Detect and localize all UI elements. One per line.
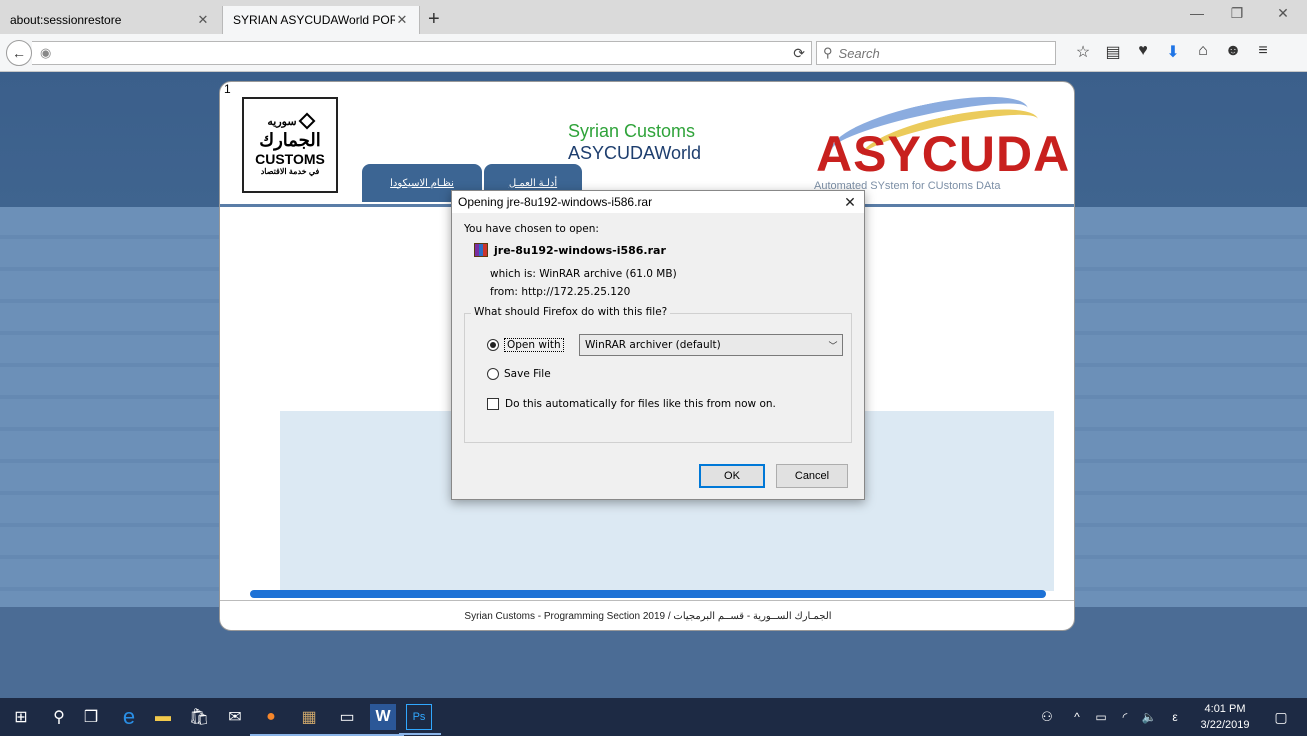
- windows-start-icon[interactable]: ⊞: [8, 704, 34, 730]
- arrow-left-icon: ←: [12, 45, 26, 61]
- from-value: http://172.25.25.120: [521, 286, 631, 298]
- dialog-close-icon[interactable]: ✕: [836, 194, 864, 211]
- tab-title: about:sessionrestore: [10, 13, 122, 27]
- auto-option[interactable]: Do this automatically for files like thi…: [487, 398, 776, 410]
- bookmark-star-icon[interactable]: ☆: [1068, 42, 1098, 62]
- download-icon[interactable]: ⬇: [1158, 42, 1188, 62]
- asycuda-logo: ASYCUDA: [816, 126, 1071, 182]
- tab-asycuda-portal[interactable]: SYRIAN ASYCUDAWorld PORT... ✕: [222, 6, 420, 34]
- clock-date: 3/22/2019: [1200, 719, 1250, 731]
- portal-title: Syrian Customs: [568, 121, 696, 141]
- task-view-icon[interactable]: ❒: [78, 704, 104, 730]
- search-bar[interactable]: ⚲: [816, 41, 1056, 65]
- mail-icon[interactable]: ✉: [222, 704, 248, 730]
- windows-taskbar: ⊞ ⚲ ❒ e ▬ 🛍 ✉ ● ▦ ▭ W Ps ⚇ ^ ▭ ◜ 🔈 ε 4:0…: [0, 698, 1307, 736]
- battery-icon[interactable]: ▭: [1088, 704, 1114, 730]
- which-is-value: WinRAR archive (61.0 MB): [539, 268, 677, 280]
- logo-slogan: في خدمة الاقتصاد: [260, 166, 320, 176]
- logo-arabic: الجمارك: [259, 129, 321, 150]
- dialog-body: You have chosen to open: jre-8u192-windo…: [452, 213, 864, 443]
- navigation-toolbar: ◉ ⟳ ← ⚲ ☆ ▤ ♥ ⬇ ⌂ ☻ ≡: [0, 34, 1307, 72]
- clock-time: 4:01 PM: [1204, 703, 1246, 715]
- firefox-icon[interactable]: ●: [250, 704, 292, 736]
- open-with-select[interactable]: WinRAR archiver (default) ﹀: [579, 334, 843, 356]
- portal-footer: Syrian Customs - Programming Section 201…: [220, 600, 1074, 630]
- save-file-radio[interactable]: [487, 368, 499, 380]
- which-is-label: which is:: [490, 268, 536, 280]
- save-file-label[interactable]: Save File: [504, 368, 551, 380]
- dialog-title: Opening jre-8u192-windows-i586.rar: [458, 195, 653, 209]
- url-bar[interactable]: ◉ ⟳: [32, 41, 812, 65]
- browser-tab-bar: about:sessionrestore ✕ SYRIAN ASYCUDAWor…: [0, 0, 1307, 34]
- search-input[interactable]: [838, 45, 1039, 61]
- dialog-intro: You have chosen to open:: [464, 223, 599, 235]
- winrar-file-icon: [474, 243, 488, 257]
- search-icon: ⚲: [823, 45, 833, 60]
- toolbar-icons: ☆ ▤ ♥ ⬇ ⌂ ☻ ≡: [1068, 42, 1278, 62]
- photoshop-icon[interactable]: Ps: [399, 704, 441, 735]
- show-hidden-icons-icon[interactable]: ^: [1064, 704, 1090, 730]
- new-tab-icon[interactable]: +: [428, 8, 440, 30]
- menu-icon[interactable]: ≡: [1248, 42, 1278, 62]
- page-number: 1: [224, 82, 231, 96]
- pocket-icon[interactable]: ♥: [1128, 42, 1158, 62]
- edge-icon[interactable]: e: [116, 704, 142, 730]
- auto-checkbox[interactable]: [487, 398, 499, 410]
- page-progress-bar: [250, 590, 1046, 598]
- logo-top-text: سوريه: [267, 115, 297, 128]
- system-clock[interactable]: 4:01 PM 3/22/2019: [1194, 701, 1256, 733]
- open-with-label[interactable]: Open with: [504, 338, 564, 352]
- dialog-titlebar: Opening jre-8u192-windows-i586.rar ✕: [452, 191, 864, 213]
- close-icon[interactable]: ✕: [196, 12, 210, 28]
- action-group: What should Firefox do with this file? O…: [464, 306, 852, 443]
- save-file-option[interactable]: Save File: [487, 368, 551, 380]
- volume-icon[interactable]: 🔈: [1136, 704, 1162, 730]
- restore-icon[interactable]: ❐: [1217, 5, 1257, 22]
- terminal-icon[interactable]: ▭: [326, 704, 368, 736]
- file-explorer-icon[interactable]: ▬: [150, 704, 176, 730]
- ok-button[interactable]: OK: [699, 464, 765, 488]
- tab-title: SYRIAN ASYCUDAWorld PORT...: [233, 13, 395, 27]
- auto-label[interactable]: Do this automatically for files like thi…: [505, 398, 776, 410]
- file-source-row: from: http://172.25.25.120: [490, 283, 852, 301]
- tab-session-restore[interactable]: about:sessionrestore ✕: [0, 6, 220, 34]
- hello-icon[interactable]: ☻: [1218, 42, 1248, 62]
- word-icon[interactable]: W: [362, 704, 404, 736]
- open-with-radio[interactable]: [487, 339, 499, 351]
- back-button[interactable]: ←: [6, 40, 32, 66]
- minimize-icon[interactable]: —: [1177, 5, 1217, 21]
- file-name: jre-8u192-windows-i586.rar: [494, 243, 666, 257]
- logo-diamond-icon: [298, 112, 316, 130]
- file-type-row: which is: WinRAR archive (61.0 MB): [490, 265, 852, 283]
- download-dialog: Opening jre-8u192-windows-i586.rar ✕ You…: [451, 190, 865, 500]
- action-question: What should Firefox do with this file?: [471, 306, 671, 318]
- file-row: jre-8u192-windows-i586.rar: [474, 243, 852, 257]
- wifi-icon[interactable]: ◜: [1112, 704, 1138, 730]
- customs-logo: سوريه الجمارك CUSTOMS في خدمة الاقتصاد: [242, 97, 338, 193]
- chevron-down-icon: ﹀: [828, 341, 838, 352]
- cancel-button[interactable]: Cancel: [776, 464, 848, 488]
- window-close-icon[interactable]: ✕: [1263, 5, 1303, 22]
- open-with-option[interactable]: Open with: [487, 338, 564, 352]
- notifications-icon[interactable]: ▢: [1268, 704, 1294, 730]
- home-icon[interactable]: ⌂: [1188, 42, 1218, 62]
- file-meta: which is: WinRAR archive (61.0 MB) from:…: [490, 265, 852, 301]
- logo-english: CUSTOMS: [255, 150, 325, 167]
- close-icon[interactable]: ✕: [395, 12, 409, 28]
- people-icon[interactable]: ⚇: [1034, 704, 1060, 730]
- language-indicator[interactable]: ε: [1162, 704, 1188, 730]
- portal-subtitle: ASYCUDAWorld: [568, 143, 702, 163]
- logo-top: سوريه: [267, 112, 316, 130]
- site-info-icon[interactable]: ◉: [40, 45, 51, 61]
- open-with-app: WinRAR archiver (default): [585, 339, 721, 351]
- reload-icon[interactable]: ⟳: [793, 45, 805, 62]
- from-label: from:: [490, 286, 518, 298]
- reading-list-icon[interactable]: ▤: [1098, 42, 1128, 62]
- search-icon[interactable]: ⚲: [46, 704, 72, 730]
- store-icon[interactable]: 🛍: [186, 704, 212, 730]
- winrar-icon[interactable]: ▦: [288, 704, 330, 736]
